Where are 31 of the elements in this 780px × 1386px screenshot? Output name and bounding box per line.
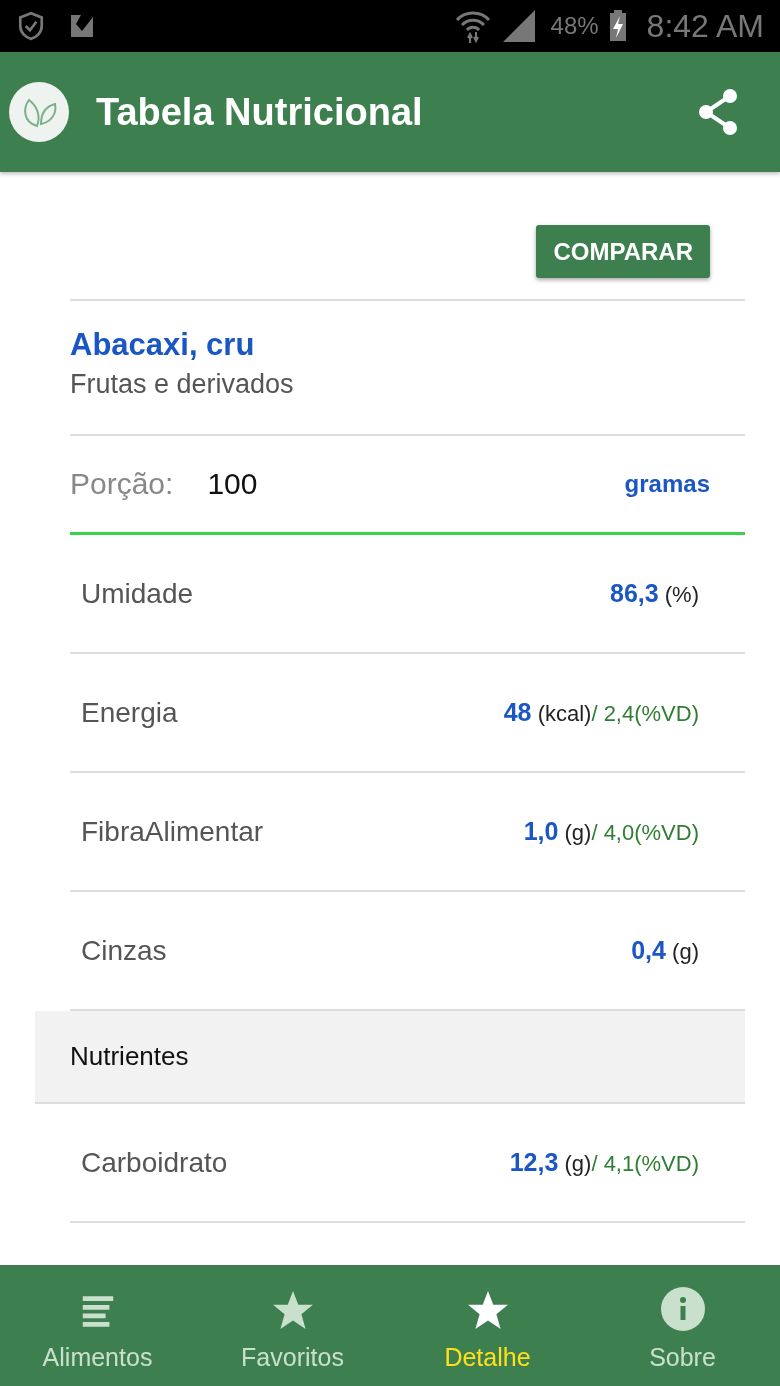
battery-charging-icon bbox=[608, 10, 627, 42]
nutrient-value: 12,3 (g)/ 4,1(%VD) bbox=[509, 1148, 699, 1177]
food-group: Frutas e derivados bbox=[70, 369, 745, 400]
nutrient-name: FibraAlimentar bbox=[81, 815, 264, 848]
portion-unit[interactable]: gramas bbox=[624, 470, 710, 498]
star-icon bbox=[466, 1289, 509, 1331]
leaf-logo-icon bbox=[9, 82, 69, 142]
nutrient-value: 0,4 (g) bbox=[631, 936, 699, 965]
nutrient-name: Energia bbox=[81, 696, 178, 729]
nutrient-value: 86,3 (%) bbox=[610, 579, 699, 608]
nav-tab[interactable]: Detalhe bbox=[390, 1265, 585, 1386]
nutrient-name: Cinzas bbox=[81, 934, 167, 967]
section-header: Nutrientes bbox=[35, 1011, 745, 1104]
nutrient-name: Umidade bbox=[81, 577, 194, 610]
portion-input[interactable]: 100 bbox=[207, 467, 328, 501]
food-name: Abacaxi, cru bbox=[70, 327, 256, 363]
info-icon bbox=[660, 1287, 705, 1331]
app-title: Tabela Nutricional bbox=[96, 90, 424, 134]
share-icon[interactable] bbox=[696, 88, 740, 136]
nutrient-value: 48 (kcal)/ 2,4(%VD) bbox=[503, 698, 699, 727]
clock-time: 8:42 AM bbox=[646, 7, 764, 45]
compare-button[interactable]: COMPARAR bbox=[536, 225, 710, 278]
nav-tab[interactable]: Sobre bbox=[585, 1265, 780, 1386]
nav-tab[interactable]: Alimentos bbox=[0, 1265, 195, 1386]
nutrient-value: 1,0 (g)/ 4,0(%VD) bbox=[523, 817, 699, 846]
battery-percent: 48% bbox=[550, 12, 599, 40]
nav-tab[interactable]: Favoritos bbox=[195, 1265, 390, 1386]
portion-label: Porção: bbox=[70, 467, 174, 501]
nutrient-name: Carboidrato bbox=[81, 1146, 228, 1179]
star-icon bbox=[271, 1289, 314, 1331]
shield-icon bbox=[18, 11, 44, 41]
